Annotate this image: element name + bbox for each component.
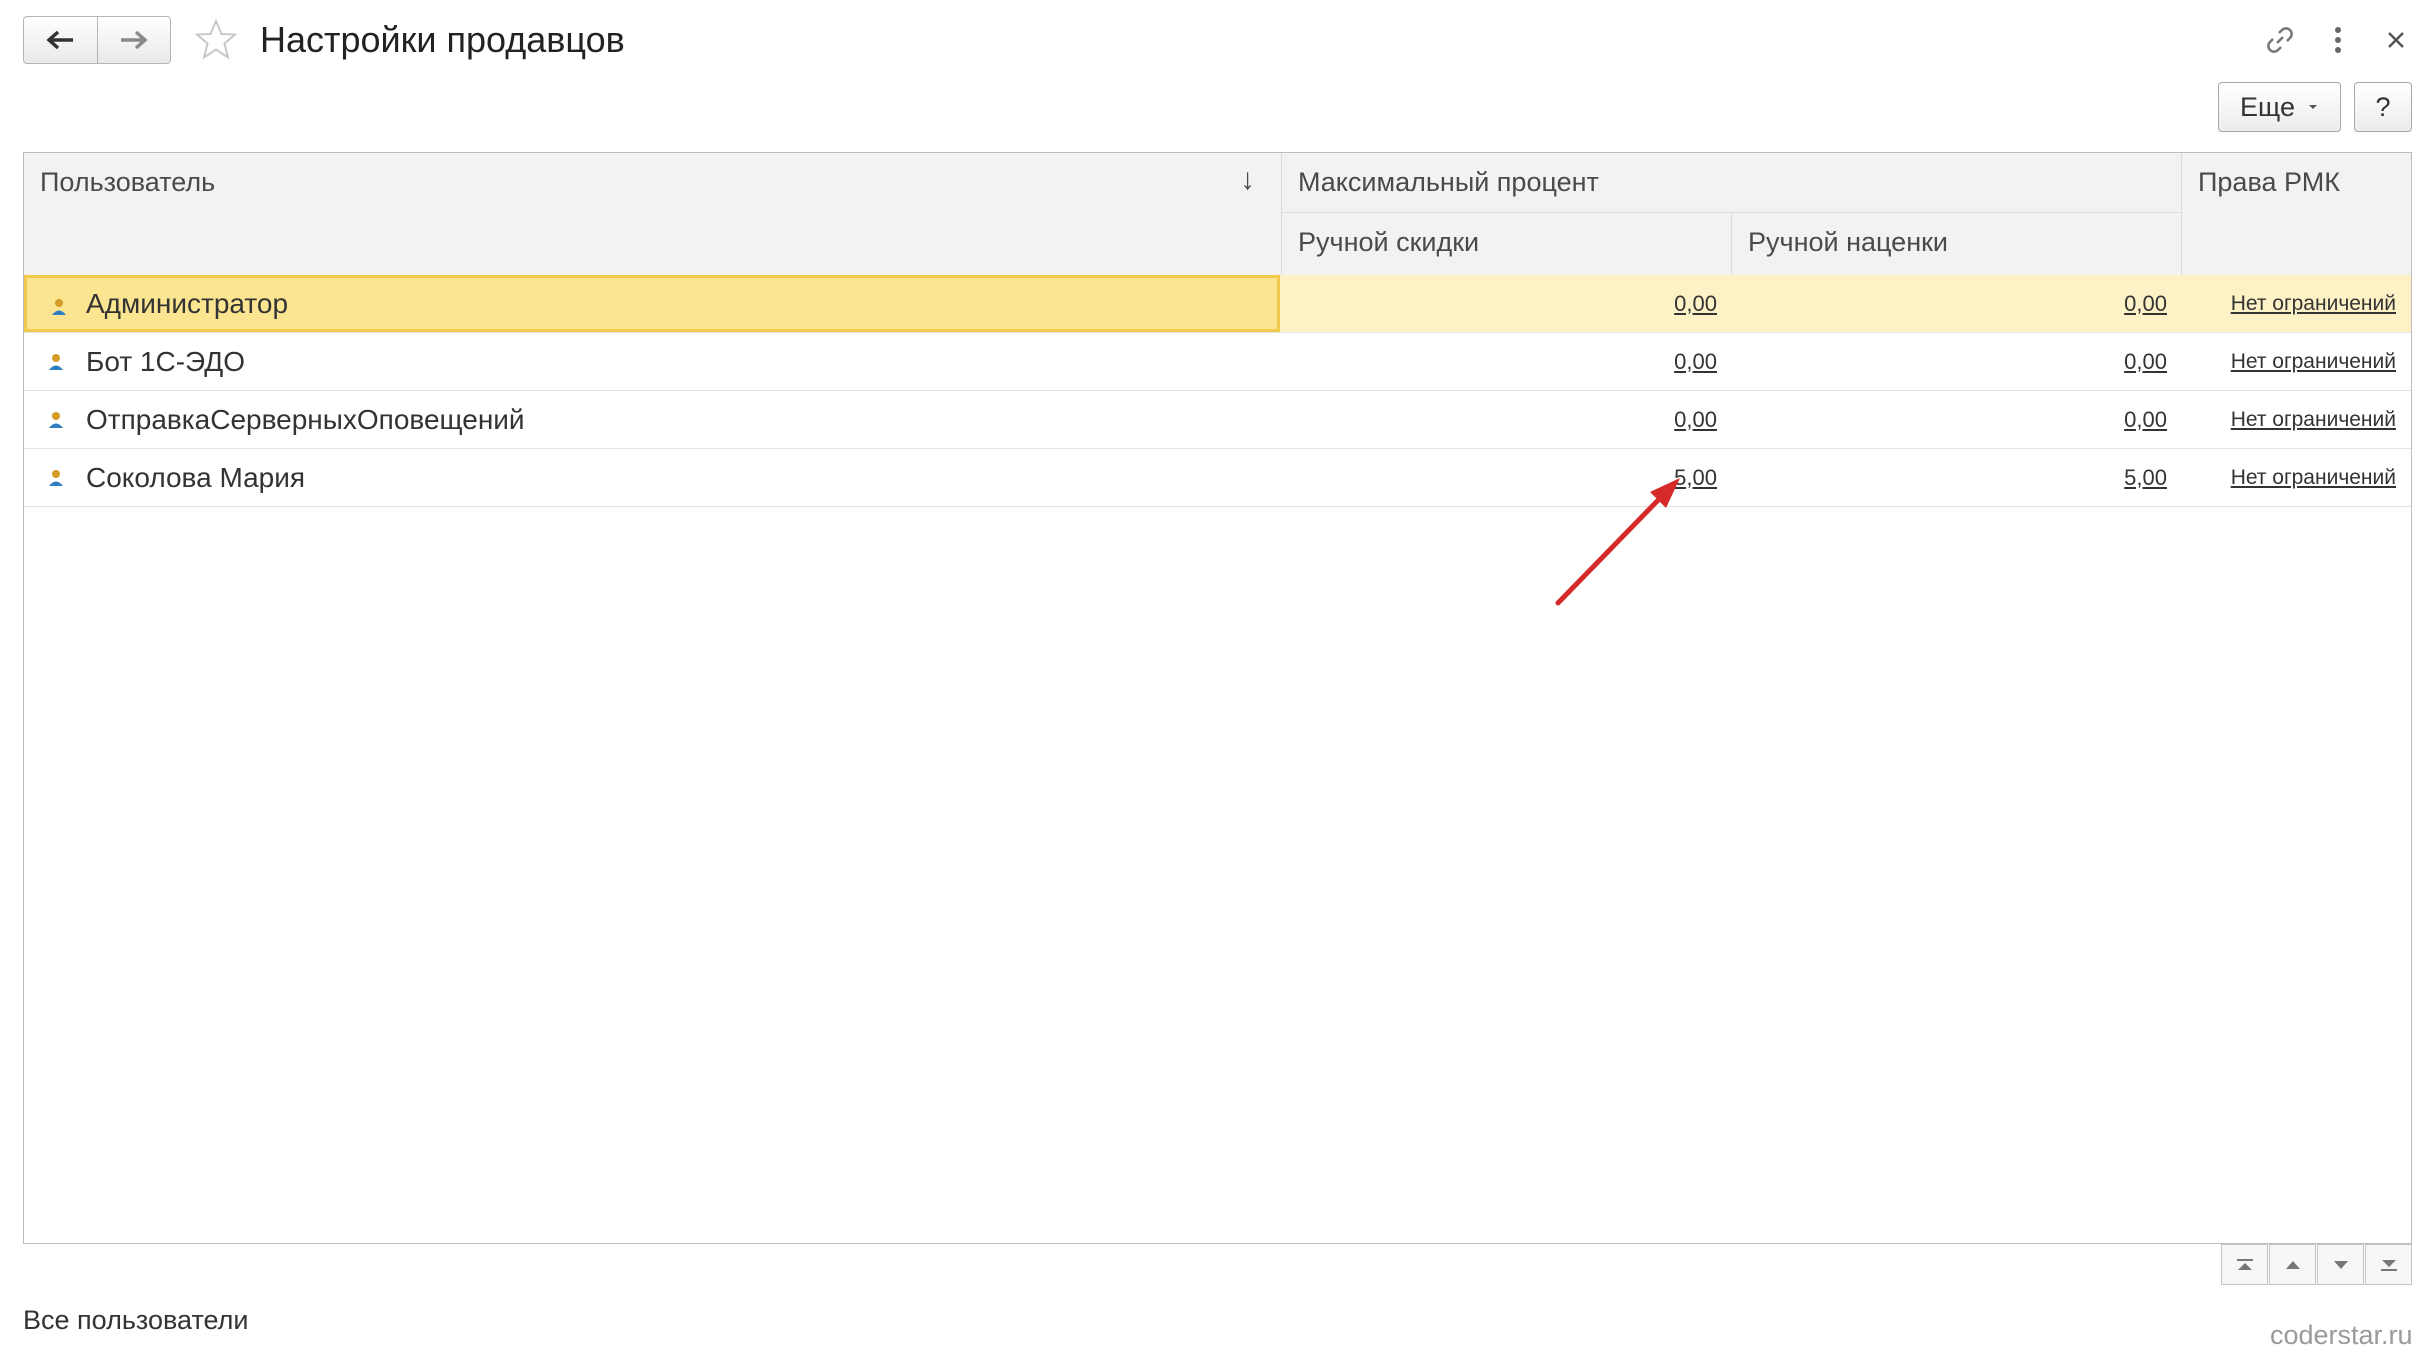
sort-descending-icon: ↓ — [1240, 163, 1255, 196]
close-button[interactable] — [2374, 18, 2418, 62]
scroll-down-icon — [2333, 1260, 2348, 1269]
scroll-to-bottom-button[interactable] — [2365, 1244, 2412, 1285]
column-header-user[interactable]: Пользователь ↓ — [24, 153, 1282, 275]
scroll-up-icon — [2285, 1260, 2300, 1269]
table-row[interactable]: Бот 1С-ЭДО 0,00 0,00 Нет ограничений — [24, 333, 2411, 391]
sellers-table: Пользователь ↓ Максимальный процент Ручн… — [23, 152, 2412, 1244]
user-icon — [49, 412, 63, 428]
table-row[interactable]: Администратор 0,00 0,00 Нет ограничений — [24, 275, 2411, 333]
discount-cell[interactable]: 0,00 — [1282, 391, 1732, 448]
column-header-rmk-rights-label: Права РМК — [2198, 167, 2340, 197]
close-icon — [2388, 32, 2404, 48]
column-header-manual-discount[interactable]: Ручной скидки — [1282, 213, 1732, 275]
scroll-to-top-icon — [2236, 1258, 2253, 1270]
rmk-rights-cell[interactable]: Нет ограничений — [2182, 333, 2411, 390]
user-name: ОтправкаСерверныхОповещений — [86, 403, 525, 435]
markup-cell[interactable]: 0,00 — [1732, 391, 2182, 448]
markup-cell[interactable]: 0,00 — [1732, 275, 2182, 332]
help-button[interactable]: ? — [2354, 82, 2412, 132]
user-icon — [49, 470, 63, 486]
star-icon — [194, 18, 238, 60]
user-icon — [52, 299, 66, 315]
user-name: Администратор — [86, 287, 289, 319]
user-cell[interactable]: ОтправкаСерверныхОповещений — [24, 391, 1280, 448]
markup-cell[interactable]: 0,00 — [1732, 333, 2182, 390]
back-button[interactable] — [24, 17, 97, 63]
rmk-rights-cell[interactable]: Нет ограничений — [2182, 449, 2411, 506]
user-cell[interactable]: Администратор — [24, 275, 1280, 332]
scroll-up-button[interactable] — [2269, 1244, 2316, 1285]
link-icon — [2267, 27, 2293, 53]
discount-cell[interactable]: 0,00 — [1282, 333, 1732, 390]
column-header-max-percent: Максимальный процент — [1282, 153, 2182, 213]
annotation-arrow-icon — [1555, 478, 1680, 606]
scroll-to-top-button[interactable] — [2221, 1244, 2268, 1285]
link-button[interactable] — [2258, 18, 2302, 62]
navigation-buttons — [23, 16, 171, 64]
more-vertical-icon — [2335, 27, 2341, 53]
more-button[interactable]: Еще — [2218, 82, 2341, 132]
rmk-rights-cell[interactable]: Нет ограничений — [2182, 391, 2411, 448]
scroll-down-button[interactable] — [2317, 1244, 2364, 1285]
user-name: Бот 1С-ЭДО — [86, 345, 245, 377]
column-header-max-percent-label: Максимальный процент — [1298, 167, 1599, 197]
column-header-manual-discount-label: Ручной скидки — [1298, 227, 1480, 257]
column-header-rmk-rights[interactable]: Права РМК — [2182, 153, 2411, 275]
scroll-to-bottom-icon — [2380, 1259, 2397, 1271]
page-title: Настройки продавцов — [260, 19, 625, 60]
rmk-rights-cell[interactable]: Нет ограничений — [2182, 275, 2411, 332]
favorite-button[interactable] — [192, 16, 240, 64]
user-icon — [49, 354, 63, 370]
column-header-manual-markup-label: Ручной наценки — [1748, 227, 1948, 257]
user-name: Соколова Мария — [86, 461, 306, 493]
arrow-right-icon — [120, 30, 148, 50]
user-cell[interactable]: Бот 1С-ЭДО — [24, 333, 1280, 390]
table-navigation-buttons — [2221, 1244, 2412, 1285]
more-menu-button[interactable] — [2316, 18, 2360, 62]
table-row[interactable]: ОтправкаСерверныхОповещений 0,00 0,00 Не… — [24, 391, 2411, 449]
filter-label[interactable]: Все пользователи — [23, 1305, 248, 1336]
forward-button[interactable] — [96, 17, 171, 63]
chevron-down-icon — [2308, 105, 2317, 109]
table-row[interactable]: Соколова Мария 5,00 5,00 Нет ограничений — [24, 449, 2411, 507]
user-cell[interactable]: Соколова Мария — [24, 449, 1280, 506]
watermark: coderstar.ru — [2270, 1320, 2413, 1350]
discount-cell[interactable]: 0,00 — [1282, 275, 1732, 332]
help-button-label: ? — [2375, 91, 2391, 122]
arrow-left-icon — [46, 30, 74, 50]
more-button-label: Еще — [2240, 91, 2295, 122]
column-header-manual-markup[interactable]: Ручной наценки — [1732, 213, 2182, 275]
markup-cell[interactable]: 5,00 — [1732, 449, 2182, 506]
column-header-user-label: Пользователь — [40, 167, 216, 197]
